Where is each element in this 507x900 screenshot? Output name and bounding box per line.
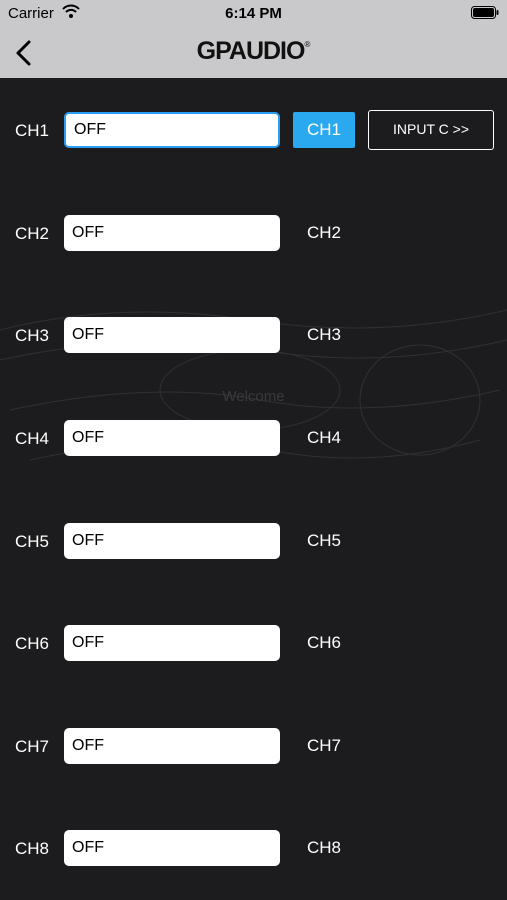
- channel-2-value-field[interactable]: [64, 215, 280, 251]
- input-c-button[interactable]: INPUT C >>: [368, 110, 494, 150]
- battery-icon: [471, 6, 499, 19]
- channel-label: CH3: [14, 326, 49, 345]
- channel-label: CH6: [14, 634, 49, 653]
- channel-row-7: CH7 CH7: [0, 726, 507, 766]
- channel-6-value-field[interactable]: [64, 625, 280, 661]
- channel-1-value-field[interactable]: [64, 112, 280, 148]
- channel-8-button[interactable]: CH8: [293, 830, 355, 866]
- channel-4-button[interactable]: CH4: [293, 420, 355, 456]
- channel-row-1: CH1 CH1 INPUT C >>: [0, 110, 507, 150]
- nav-bar: GPAUDIO®: [0, 28, 507, 78]
- channel-row-5: CH5 CH5: [0, 521, 507, 561]
- channel-label: CH5: [14, 532, 49, 551]
- channel-3-button[interactable]: CH3: [293, 317, 355, 353]
- status-bar: Carrier 6:14 PM: [0, 0, 507, 28]
- channel-7-button[interactable]: CH7: [293, 728, 355, 764]
- channel-1-button[interactable]: CH1: [293, 112, 355, 148]
- channel-6-button[interactable]: CH6: [293, 625, 355, 661]
- gpaudio-logo: GPAUDIO®: [0, 37, 507, 66]
- channel-4-value-field[interactable]: [64, 420, 280, 456]
- logo-text: GPAUDIO: [196, 37, 306, 65]
- channel-label: CH1: [14, 121, 49, 140]
- channel-8-value-field[interactable]: [64, 830, 280, 866]
- channel-row-8: CH8 CH8: [0, 828, 507, 868]
- channel-3-value-field[interactable]: [64, 317, 280, 353]
- channel-row-4: CH4 CH4: [0, 418, 507, 458]
- channel-label: CH2: [14, 224, 49, 243]
- channel-5-button[interactable]: CH5: [293, 523, 355, 559]
- channel-2-button[interactable]: CH2: [293, 215, 355, 251]
- channel-label: CH7: [14, 737, 49, 756]
- channel-label: CH8: [14, 839, 49, 858]
- channel-row-6: CH6 CH6: [0, 623, 507, 663]
- channel-7-value-field[interactable]: [64, 728, 280, 764]
- channel-row-3: CH3 CH3: [0, 315, 507, 355]
- channel-label: CH4: [14, 429, 49, 448]
- watermark-welcome-text: Welcome: [222, 388, 285, 405]
- registered-mark: ®: [304, 39, 311, 49]
- clock: 6:14 PM: [225, 5, 282, 22]
- channel-5-value-field[interactable]: [64, 523, 280, 559]
- channel-row-2: CH2 CH2: [0, 213, 507, 253]
